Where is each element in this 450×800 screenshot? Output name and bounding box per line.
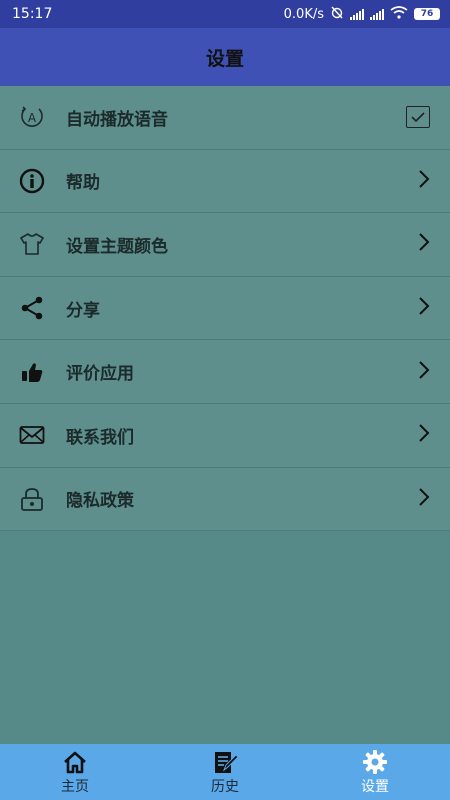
nav-settings[interactable]: 设置 <box>300 744 450 800</box>
setting-auto-play-voice[interactable]: A 自动播放语音 <box>0 86 450 150</box>
network-speed: 0.0K/s <box>283 6 324 22</box>
status-bar: 15:17 0.0K/s 76 <box>0 0 450 28</box>
chevron-right-icon <box>416 422 432 448</box>
setting-share[interactable]: 分享 <box>0 277 450 341</box>
status-indicators: 0.0K/s 76 <box>284 5 440 23</box>
setting-label: 帮助 <box>66 173 100 194</box>
lock-icon <box>18 485 46 513</box>
check-icon <box>411 112 425 123</box>
home-icon <box>64 751 86 773</box>
chevron-right-icon <box>416 486 432 512</box>
page-title: 设置 <box>205 47 244 70</box>
battery-icon: 76 <box>414 8 440 20</box>
auto-play-icon: A <box>18 103 46 131</box>
chevron-right-icon <box>416 168 432 194</box>
gear-icon <box>363 749 387 774</box>
nav-label: 历史 <box>211 778 239 795</box>
setting-label: 分享 <box>66 300 100 321</box>
auto-play-checkbox[interactable] <box>406 106 430 129</box>
setting-contact-us[interactable]: 联系我们 <box>0 404 450 468</box>
setting-label: 联系我们 <box>66 427 134 448</box>
nav-home[interactable]: 主页 <box>0 744 150 800</box>
setting-theme-color[interactable]: 设置主题颜色 <box>0 213 450 277</box>
history-icon <box>215 751 238 773</box>
setting-label: 隐私政策 <box>66 491 134 512</box>
setting-label: 自动播放语音 <box>66 109 168 130</box>
settings-list: A 自动播放语音 帮助 设置主题颜色 分享 评价应用 联系我们 隐私政策 <box>0 86 450 532</box>
thumbs-up-icon <box>18 358 46 386</box>
setting-rate-app[interactable]: 评价应用 <box>0 340 450 404</box>
svg-text:A: A <box>28 111 37 125</box>
bottom-nav: 主页 历史 设置 <box>0 744 450 800</box>
signal-icon <box>350 8 364 20</box>
chevron-right-icon <box>416 359 432 385</box>
chevron-right-icon <box>416 295 432 321</box>
nav-history[interactable]: 历史 <box>150 744 300 800</box>
chevron-right-icon <box>416 231 432 257</box>
nav-label: 设置 <box>361 778 389 795</box>
share-icon <box>18 294 46 322</box>
alarm-off-icon <box>330 5 344 23</box>
setting-help[interactable]: 帮助 <box>0 150 450 214</box>
nav-label: 主页 <box>61 778 89 795</box>
setting-privacy-policy[interactable]: 隐私政策 <box>0 468 450 532</box>
signal-icon-2 <box>370 8 384 20</box>
tshirt-icon <box>18 230 46 258</box>
info-icon <box>18 167 46 195</box>
status-time: 15:17 <box>12 6 53 22</box>
setting-label: 设置主题颜色 <box>66 236 168 257</box>
envelope-icon <box>18 421 46 449</box>
setting-label: 评价应用 <box>66 364 134 385</box>
app-bar: 设置 <box>0 28 450 86</box>
wifi-icon <box>390 5 408 23</box>
